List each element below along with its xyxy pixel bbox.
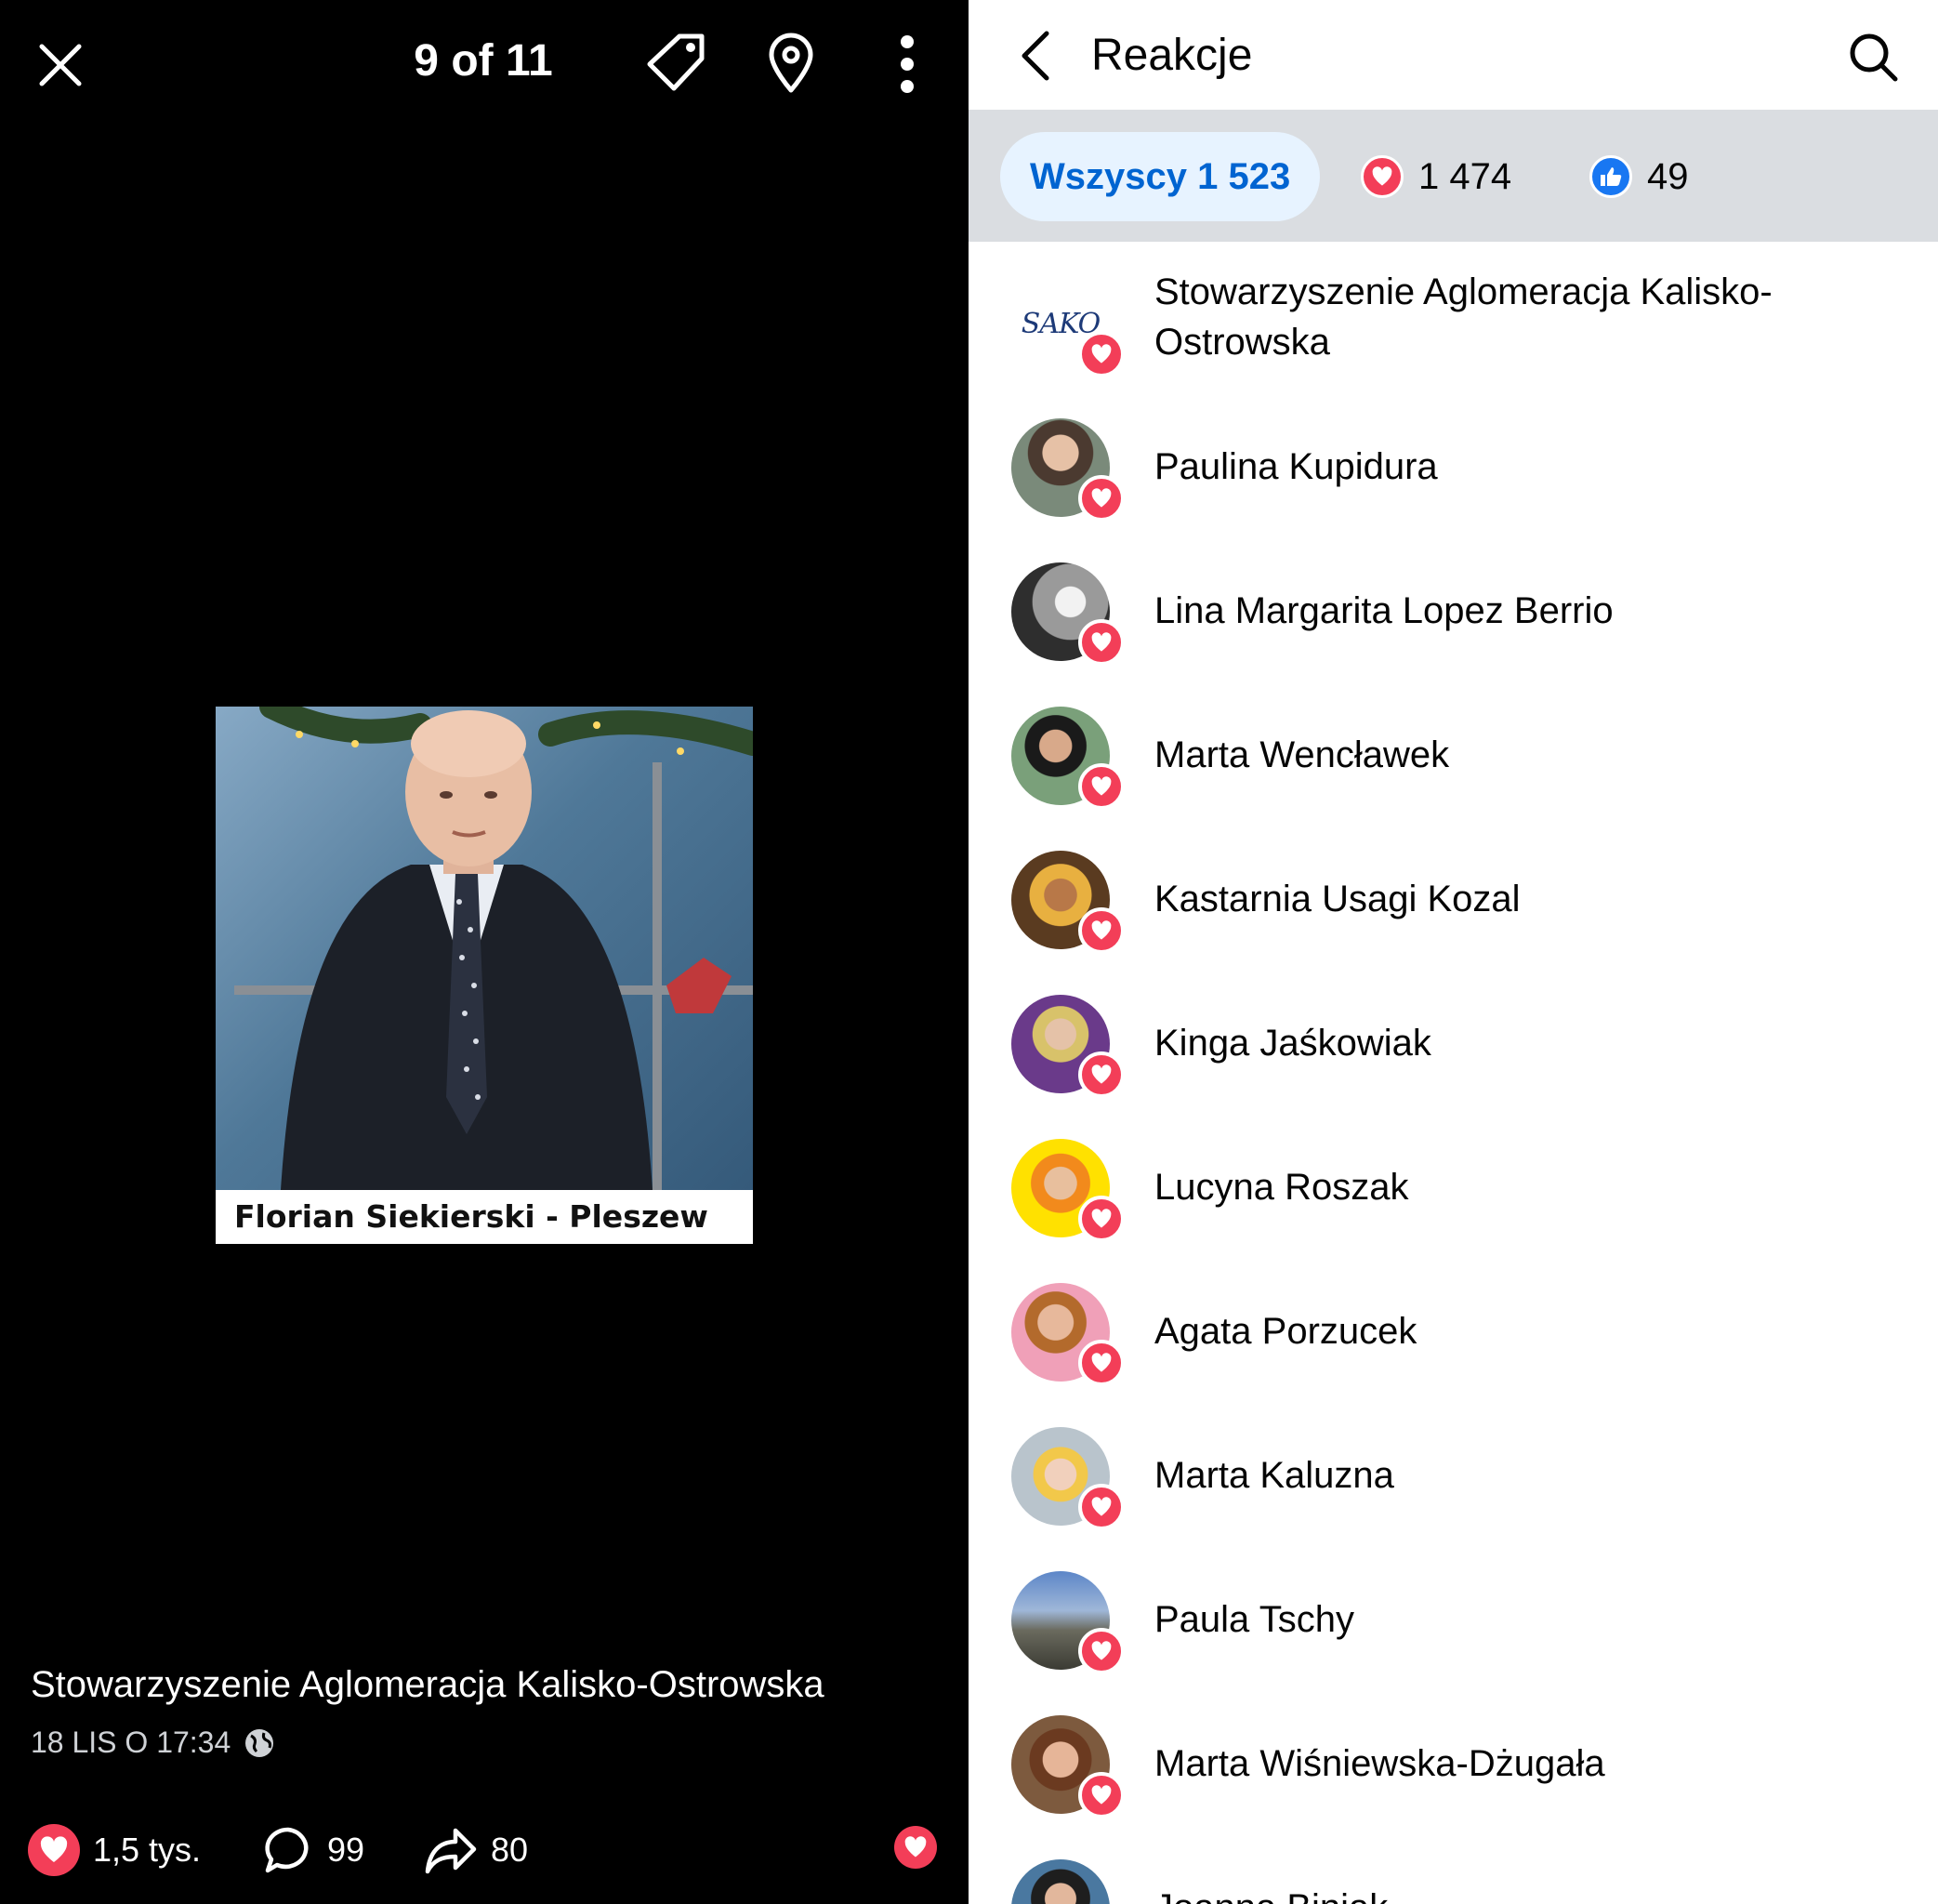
comment-icon — [265, 1827, 309, 1873]
reaction-row[interactable]: Paulina Kupidura — [969, 386, 1938, 530]
more-vertical-icon — [901, 35, 914, 93]
heart-reaction-icon — [1078, 1484, 1125, 1530]
reactions-count: 1,5 tys. — [93, 1831, 202, 1869]
tag-button[interactable] — [641, 28, 712, 99]
share-button[interactable]: 80 — [424, 1822, 528, 1878]
like-reaction-icon — [1589, 155, 1632, 198]
reaction-list: SAKO Stowarzyszenie Aglomeracja Kalisko-O… — [969, 242, 1938, 1904]
comments-count: 99 — [327, 1831, 365, 1869]
heart-reaction-icon — [28, 1824, 80, 1876]
photo-caption: Florian Siekierski - Pleszew — [216, 1190, 753, 1244]
share-icon — [425, 1828, 477, 1874]
reaction-row[interactable]: Marta Wiśniewska-Dżugała — [969, 1683, 1938, 1827]
location-pin-icon — [769, 33, 813, 93]
reaction-filter-bar: Wszyscy 1 523 1 474 49 — [969, 110, 1938, 242]
comments-button[interactable]: 99 — [262, 1822, 364, 1878]
photo-counter: 9 of 11 — [414, 36, 553, 86]
heart-reaction-icon — [1078, 619, 1125, 666]
chevron-left-icon — [1022, 31, 1049, 81]
heart-reaction-icon — [1078, 1628, 1125, 1674]
reaction-row[interactable]: Paula Tschy — [969, 1539, 1938, 1683]
reactor-name[interactable]: Joanna Biniak — [1154, 1883, 1388, 1904]
reactor-name[interactable]: Agata Porzucek — [1154, 1306, 1417, 1356]
reactor-name[interactable]: Kinga Jaśkowiak — [1154, 1018, 1431, 1068]
reactor-name[interactable]: Stowarzyszenie Aglomeracja Kalisko-Ostro… — [1154, 267, 1861, 367]
more-options-button[interactable] — [889, 32, 926, 97]
photo-portrait — [234, 707, 753, 1190]
post-time: 18 LIS O 17:34 — [31, 1726, 231, 1759]
reaction-row[interactable]: Agata Porzucek — [969, 1250, 1938, 1395]
heart-reaction-icon — [1078, 907, 1125, 954]
reaction-row[interactable]: Kinga Jaśkowiak — [969, 962, 1938, 1106]
heart-reaction-icon — [1078, 1340, 1125, 1386]
reaction-row[interactable]: Kastarnia Usagi Kozal — [969, 818, 1938, 962]
heart-reaction-icon — [1078, 331, 1125, 377]
search-icon — [1850, 33, 1898, 82]
heart-reaction-icon — [1078, 475, 1125, 522]
like-count: 49 — [1647, 155, 1689, 197]
reactor-name[interactable]: Paula Tschy — [1154, 1594, 1354, 1645]
post-meta: 18 LIS O 17:34 — [31, 1726, 275, 1760]
panel-title: Reakcje — [1091, 31, 1253, 80]
photo-viewer: 9 of 11 Florian Siekierski - Pleszew Sto… — [0, 0, 969, 1904]
panel-header: Reakcje — [969, 0, 1938, 110]
close-icon — [39, 44, 82, 86]
close-button[interactable] — [28, 33, 93, 98]
post-actions: 1,5 tys. 99 80 — [28, 1822, 948, 1878]
reaction-row[interactable]: Lucyna Roszak — [969, 1106, 1938, 1250]
shares-count: 80 — [491, 1831, 529, 1869]
tab-love-reactions[interactable]: 1 474 — [1361, 132, 1511, 221]
reactor-name[interactable]: Lucyna Roszak — [1154, 1162, 1408, 1212]
location-button[interactable] — [760, 28, 822, 99]
reactor-name[interactable]: Paulina Kupidura — [1154, 442, 1438, 492]
reactor-name[interactable]: Marta Wiśniewska-Dżugała — [1154, 1739, 1605, 1789]
reactor-name[interactable]: Kastarnia Usagi Kozal — [1154, 874, 1521, 924]
avatar[interactable] — [1011, 1859, 1110, 1904]
reactor-name[interactable]: Marta Kaluzna — [1154, 1450, 1394, 1501]
reaction-row[interactable]: SAKO Stowarzyszenie Aglomeracja Kalisko-O… — [969, 242, 1938, 386]
tag-icon — [647, 33, 705, 91]
reactor-name[interactable]: Marta Wencławek — [1154, 730, 1449, 780]
globe-icon — [245, 1728, 274, 1757]
search-button[interactable] — [1842, 26, 1904, 87]
love-react-button[interactable] — [894, 1826, 937, 1869]
love-count: 1 474 — [1418, 155, 1512, 197]
reaction-row[interactable]: Marta Wencławek — [969, 674, 1938, 818]
heart-reaction-icon — [1078, 763, 1125, 810]
reaction-row[interactable]: Lina Margarita Lopez Berrio — [969, 530, 1938, 674]
back-button[interactable] — [1008, 26, 1063, 86]
post-author[interactable]: Stowarzyszenie Aglomeracja Kalisko-Ostro… — [31, 1664, 824, 1706]
heart-reaction-icon — [1078, 1196, 1125, 1242]
heart-reaction-icon — [1078, 1772, 1125, 1818]
tab-all-reactions[interactable]: Wszyscy 1 523 — [1000, 132, 1321, 221]
reactions-button[interactable]: 1,5 tys. — [28, 1822, 201, 1878]
post-photo[interactable]: Florian Siekierski - Pleszew — [216, 707, 753, 1244]
reaction-row[interactable]: Joanna Biniak — [969, 1827, 1938, 1904]
heart-reaction-icon — [1078, 1051, 1125, 1098]
tab-like-reactions[interactable]: 49 — [1589, 132, 1689, 221]
reactions-panel: Reakcje Wszyscy 1 523 1 474 49 SAKO Stowa… — [969, 0, 1938, 1904]
heart-reaction-icon — [1361, 155, 1404, 198]
heart-icon — [904, 1836, 927, 1858]
reaction-row[interactable]: Marta Kaluzna — [969, 1395, 1938, 1539]
reactor-name[interactable]: Lina Margarita Lopez Berrio — [1154, 586, 1614, 636]
